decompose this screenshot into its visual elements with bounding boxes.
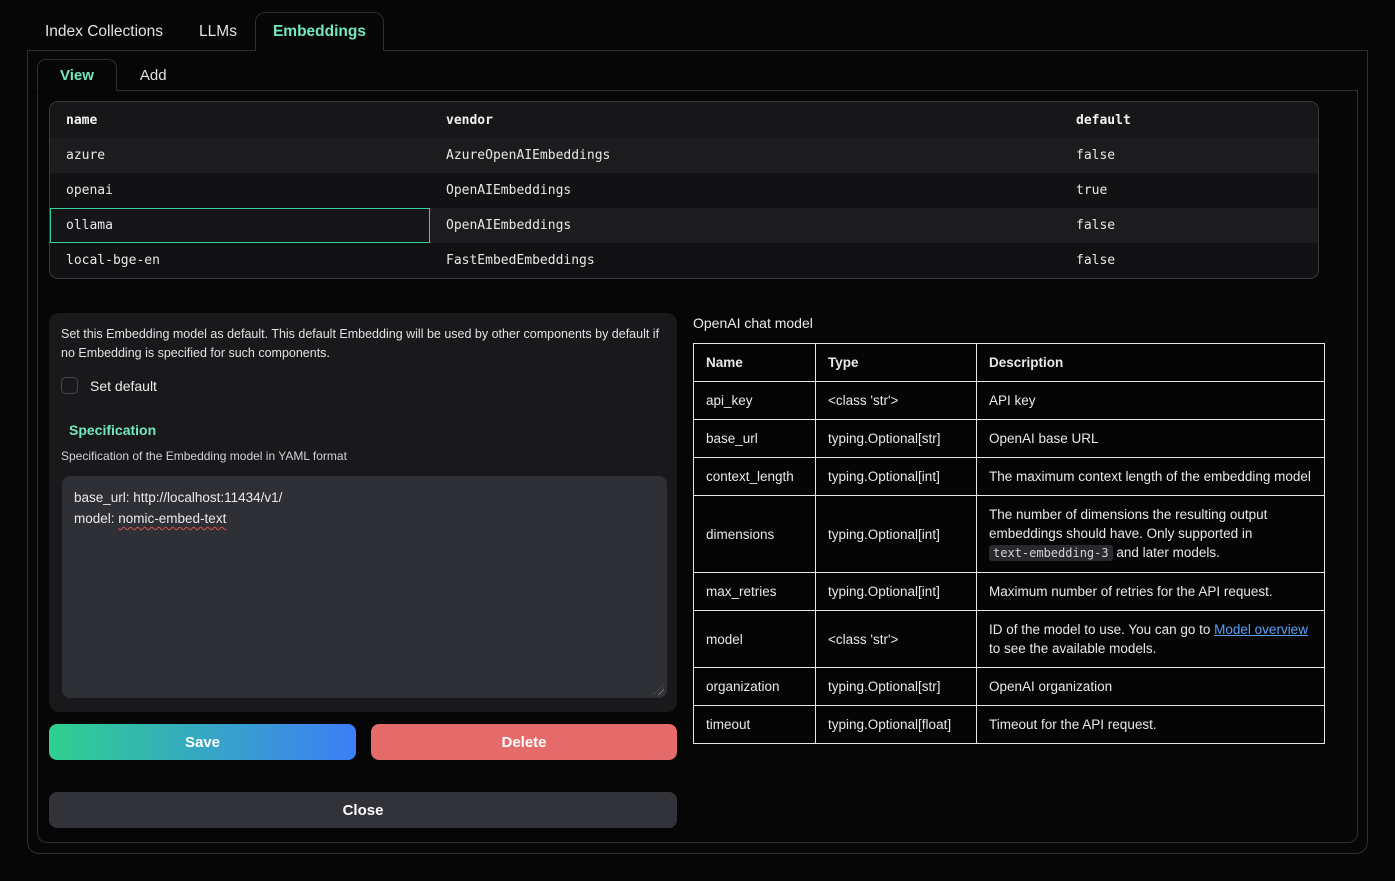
embeddings-panel: View Add namevendordefault azureAzureOpe…: [27, 51, 1368, 854]
misspelled-word: nomic-embed-text: [118, 511, 226, 526]
schema-row-model: model<class 'str'>ID of the model to use…: [694, 611, 1325, 668]
schema-cell-type: typing.Optional[int]: [816, 458, 977, 496]
schema-cell-description: The number of dimensions the resulting o…: [977, 496, 1325, 573]
schema-cell-type: <class 'str'>: [816, 382, 977, 420]
schema-cell-description: OpenAI base URL: [977, 420, 1325, 458]
schema-row-context_length: context_lengthtyping.Optional[int]The ma…: [694, 458, 1325, 496]
schema-column-header-type: Type: [816, 344, 977, 382]
schema-cell-description: Maximum number of retries for the API re…: [977, 573, 1325, 611]
model-overview-link[interactable]: Model overview: [1214, 622, 1308, 637]
schema-table-header: NameTypeDescription: [694, 344, 1325, 382]
schema-row-base_url: base_urltyping.Optional[str]OpenAI base …: [694, 420, 1325, 458]
cell-default[interactable]: false: [1060, 243, 1318, 278]
cell-vendor[interactable]: OpenAIEmbeddings: [430, 208, 1060, 243]
cell-name[interactable]: ollama: [50, 208, 430, 243]
schema-cell-type: <class 'str'>: [816, 611, 977, 668]
tab-embeddings[interactable]: Embeddings: [255, 12, 384, 51]
tab-llms[interactable]: LLMs: [181, 12, 255, 51]
embeddings-table-body: azureAzureOpenAIEmbeddingsfalseopenaiOpe…: [50, 138, 1318, 278]
schema-cell-name: timeout: [694, 706, 816, 744]
schema-cell-description: API key: [977, 382, 1325, 420]
specification-heading: Specification: [69, 422, 665, 438]
resize-handle[interactable]: [653, 684, 664, 695]
cell-name[interactable]: azure: [50, 138, 430, 173]
schema-cell-type: typing.Optional[str]: [816, 668, 977, 706]
schema-cell-description: ID of the model to use. You can go to Mo…: [977, 611, 1325, 668]
left-column: Set this Embedding model as default. Thi…: [49, 313, 677, 828]
schema-cell-name: model: [694, 611, 816, 668]
schema-row-timeout: timeouttyping.Optional[float]Timeout for…: [694, 706, 1325, 744]
column-header-vendor: vendor: [430, 102, 1060, 138]
schema-cell-name: max_retries: [694, 573, 816, 611]
schema-column-header-description: Description: [977, 344, 1325, 382]
action-button-row: Save Delete: [49, 724, 677, 760]
set-default-checkbox[interactable]: [61, 377, 78, 394]
schema-column-header-name: Name: [694, 344, 816, 382]
cell-vendor[interactable]: AzureOpenAIEmbeddings: [430, 138, 1060, 173]
delete-button[interactable]: Delete: [371, 724, 677, 760]
cell-default[interactable]: true: [1060, 173, 1318, 208]
specification-caption: Specification of the Embedding model in …: [61, 449, 665, 463]
yaml-line: base_url: http://localhost:11434/v1/: [74, 487, 655, 508]
embeddings-app: Index Collections LLMs Embeddings View A…: [27, 12, 1368, 854]
save-button[interactable]: Save: [49, 724, 356, 760]
schema-column: OpenAI chat model NameTypeDescription ap…: [693, 313, 1325, 744]
schema-row-max_retries: max_retriestyping.Optional[int]Maximum n…: [694, 573, 1325, 611]
cell-name[interactable]: local-bge-en: [50, 243, 430, 278]
schema-cell-type: typing.Optional[float]: [816, 706, 977, 744]
cell-vendor[interactable]: FastEmbedEmbeddings: [430, 243, 1060, 278]
yaml-line: model: nomic-embed-text: [74, 508, 655, 529]
code-chip: text-embedding-3: [989, 545, 1113, 561]
column-header-name: name: [50, 102, 430, 138]
schema-cell-type: typing.Optional[str]: [816, 420, 977, 458]
schema-row-dimensions: dimensionstyping.Optional[int]The number…: [694, 496, 1325, 573]
embedding-row-azure[interactable]: azureAzureOpenAIEmbeddingsfalse: [50, 138, 1318, 173]
schema-cell-description: Timeout for the API request.: [977, 706, 1325, 744]
schema-cell-name: organization: [694, 668, 816, 706]
schema-cell-name: dimensions: [694, 496, 816, 573]
schema-cell-type: typing.Optional[int]: [816, 496, 977, 573]
column-header-default: default: [1060, 102, 1318, 138]
embeddings-table: namevendordefault azureAzureOpenAIEmbedd…: [50, 102, 1318, 278]
schema-table: NameTypeDescription api_key<class 'str'>…: [693, 343, 1325, 744]
schema-cell-description: The maximum context length of the embedd…: [977, 458, 1325, 496]
schema-title: OpenAI chat model: [693, 315, 1325, 331]
set-default-checkbox-row[interactable]: Set default: [61, 377, 665, 394]
default-description: Set this Embedding model as default. Thi…: [61, 325, 665, 363]
embedding-row-local-bge-en[interactable]: local-bge-enFastEmbedEmbeddingsfalse: [50, 243, 1318, 278]
sub-tab-bar: View Add: [37, 59, 1358, 91]
schema-cell-name: base_url: [694, 420, 816, 458]
schema-cell-name: api_key: [694, 382, 816, 420]
close-button[interactable]: Close: [49, 792, 677, 828]
embeddings-table-wrapper: namevendordefault azureAzureOpenAIEmbedd…: [49, 101, 1319, 279]
yaml-spec-textarea[interactable]: base_url: http://localhost:11434/v1/mode…: [62, 476, 667, 698]
schema-row-api_key: api_key<class 'str'>API key: [694, 382, 1325, 420]
subtab-view[interactable]: View: [37, 59, 117, 91]
embedding-row-ollama[interactable]: ollamaOpenAIEmbeddingsfalse: [50, 208, 1318, 243]
embedding-row-openai[interactable]: openaiOpenAIEmbeddingstrue: [50, 173, 1318, 208]
schema-row-organization: organizationtyping.Optional[str]OpenAI o…: [694, 668, 1325, 706]
subtab-add[interactable]: Add: [117, 59, 190, 91]
cell-default[interactable]: false: [1060, 138, 1318, 173]
set-default-label: Set default: [90, 378, 157, 394]
cell-vendor[interactable]: OpenAIEmbeddings: [430, 173, 1060, 208]
embeddings-table-header: namevendordefault: [50, 102, 1318, 138]
tab-index-collections[interactable]: Index Collections: [27, 12, 181, 51]
view-panel: namevendordefault azureAzureOpenAIEmbedd…: [37, 91, 1358, 843]
cell-name[interactable]: openai: [50, 173, 430, 208]
main-tab-bar: Index Collections LLMs Embeddings: [27, 12, 1368, 51]
schema-cell-description: OpenAI organization: [977, 668, 1325, 706]
default-spec-panel: Set this Embedding model as default. Thi…: [49, 313, 677, 712]
schema-cell-type: typing.Optional[int]: [816, 573, 977, 611]
cell-default[interactable]: false: [1060, 208, 1318, 243]
detail-area: Set this Embedding model as default. Thi…: [49, 313, 1345, 828]
schema-cell-name: context_length: [694, 458, 816, 496]
schema-table-body: api_key<class 'str'>API keybase_urltypin…: [694, 382, 1325, 744]
